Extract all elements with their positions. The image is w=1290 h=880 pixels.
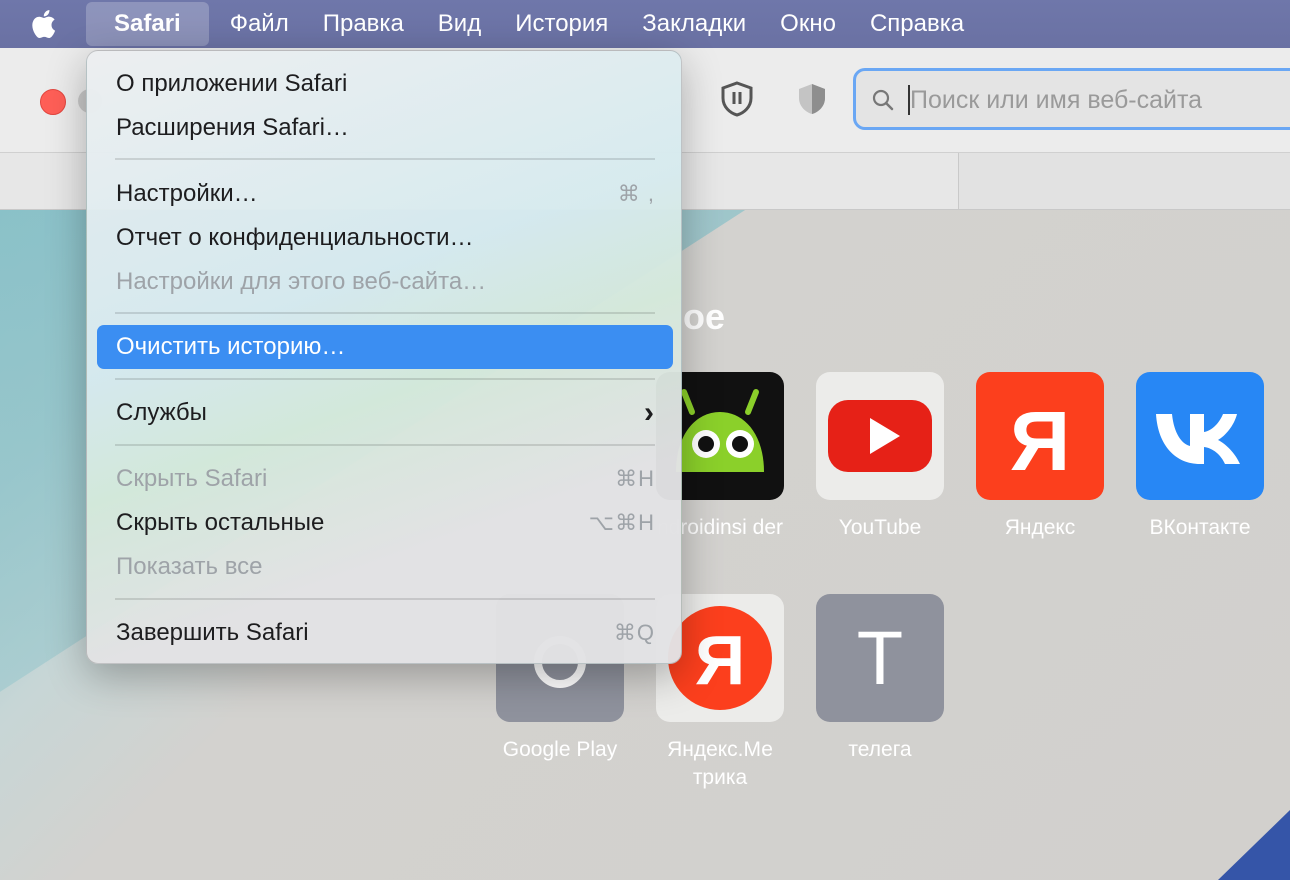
privacy-shield-button[interactable] (718, 80, 756, 123)
menu-item-clear-history[interactable]: Очистить историю… (97, 325, 673, 369)
menu-item-label: Скрыть Safari (116, 465, 268, 492)
menu-item-hide-others[interactable]: Скрыть остальные ⌥⌘H (97, 501, 673, 545)
menu-item-label: Отчет о конфиденциальности… (116, 224, 474, 251)
menu-bookmarks[interactable]: Закладки (625, 2, 763, 46)
apple-menu[interactable] (0, 9, 86, 39)
favorite-label: ВКонтакте (1149, 516, 1251, 539)
svg-text:Я: Я (1010, 394, 1070, 488)
menu-separator (115, 598, 655, 600)
menu-item-label: Очистить историю… (116, 333, 346, 360)
favorite-glyph: Т (856, 615, 904, 701)
shield-pause-icon (721, 81, 753, 117)
menu-item-label: Настройки для этого веб-сайта… (116, 268, 487, 295)
favorite-youtube[interactable] (816, 372, 944, 500)
favorite-label: Google Play (502, 738, 618, 761)
menu-shortcut: ⌘H (615, 466, 655, 491)
menu-separator (115, 378, 655, 380)
menu-shortcut: ⌘Q (613, 620, 655, 645)
favorite-label: телега (848, 738, 912, 761)
menu-item-label: Службы (116, 399, 207, 426)
menu-item-label: Расширения Safari… (116, 114, 349, 141)
menu-safari[interactable]: Safari (86, 2, 209, 46)
menu-item-settings[interactable]: Настройки… ⌘ , (97, 172, 673, 216)
menu-item-about-safari[interactable]: О приложении Safari (97, 62, 673, 106)
search-placeholder: Поиск или имя веб-сайта (910, 86, 1203, 114)
menu-item-quit-safari[interactable]: Завершить Safari ⌘Q (97, 611, 673, 655)
menu-separator (115, 312, 655, 314)
menu-shortcut: ⌘ , (617, 181, 655, 206)
yandex-logo-icon: Я (1010, 394, 1070, 488)
menu-item-label: Настройки… (116, 180, 258, 207)
menu-item-hide-safari: Скрыть Safari ⌘H (97, 457, 673, 501)
favorite-label: Яндекс (1004, 516, 1076, 539)
vk-logo-icon (1156, 414, 1240, 464)
favorite-label: YouTube (838, 516, 922, 539)
extension-shield-button[interactable] (797, 82, 827, 121)
menu-bar: Safari Файл Правка Вид История Закладки … (0, 0, 1290, 48)
menu-file[interactable]: Файл (213, 2, 306, 46)
favorite-telega[interactable]: Т (816, 594, 944, 722)
address-search-field[interactable]: Поиск или имя веб-сайта (853, 68, 1290, 130)
svg-text:Я: Я (695, 621, 745, 699)
favorite-vkontakte[interactable] (1136, 372, 1264, 500)
close-window-button[interactable] (40, 89, 66, 115)
menu-item-services[interactable]: Службы › (97, 391, 673, 435)
menu-item-label: Скрыть остальные (116, 509, 325, 536)
menu-separator (115, 158, 655, 160)
menu-item-website-settings: Настройки для этого веб-сайта… (97, 260, 673, 304)
favorite-yandex[interactable]: Я (976, 372, 1104, 500)
chevron-right-icon: › (644, 396, 655, 429)
menu-item-label: Показать все (116, 553, 263, 580)
youtube-logo-icon (828, 400, 932, 472)
menu-item-show-all: Показать все (97, 545, 673, 589)
menu-help[interactable]: Справка (853, 2, 981, 46)
menu-view[interactable]: Вид (421, 2, 498, 46)
menu-item-privacy-report[interactable]: Отчет о конфиденциальности… (97, 216, 673, 260)
favorite-label: Яндекс.Ме трика (667, 738, 773, 789)
shield-icon (799, 84, 825, 114)
apple-icon (32, 10, 56, 39)
background-corner (1218, 810, 1290, 880)
favorites-title: ое (683, 296, 726, 337)
menu-separator (115, 444, 655, 446)
menu-item-label: О приложении Safari (116, 70, 348, 97)
menu-shortcut: ⌥⌘H (588, 510, 655, 535)
menu-window[interactable]: Окно (763, 2, 853, 46)
menu-item-safari-extensions[interactable]: Расширения Safari… (97, 106, 673, 150)
menu-item-label: Завершить Safari (116, 619, 309, 646)
menu-edit[interactable]: Правка (306, 2, 421, 46)
safari-app-menu: О приложении Safari Расширения Safari… Н… (86, 50, 682, 664)
menu-history[interactable]: История (498, 2, 625, 46)
search-icon (872, 89, 894, 111)
